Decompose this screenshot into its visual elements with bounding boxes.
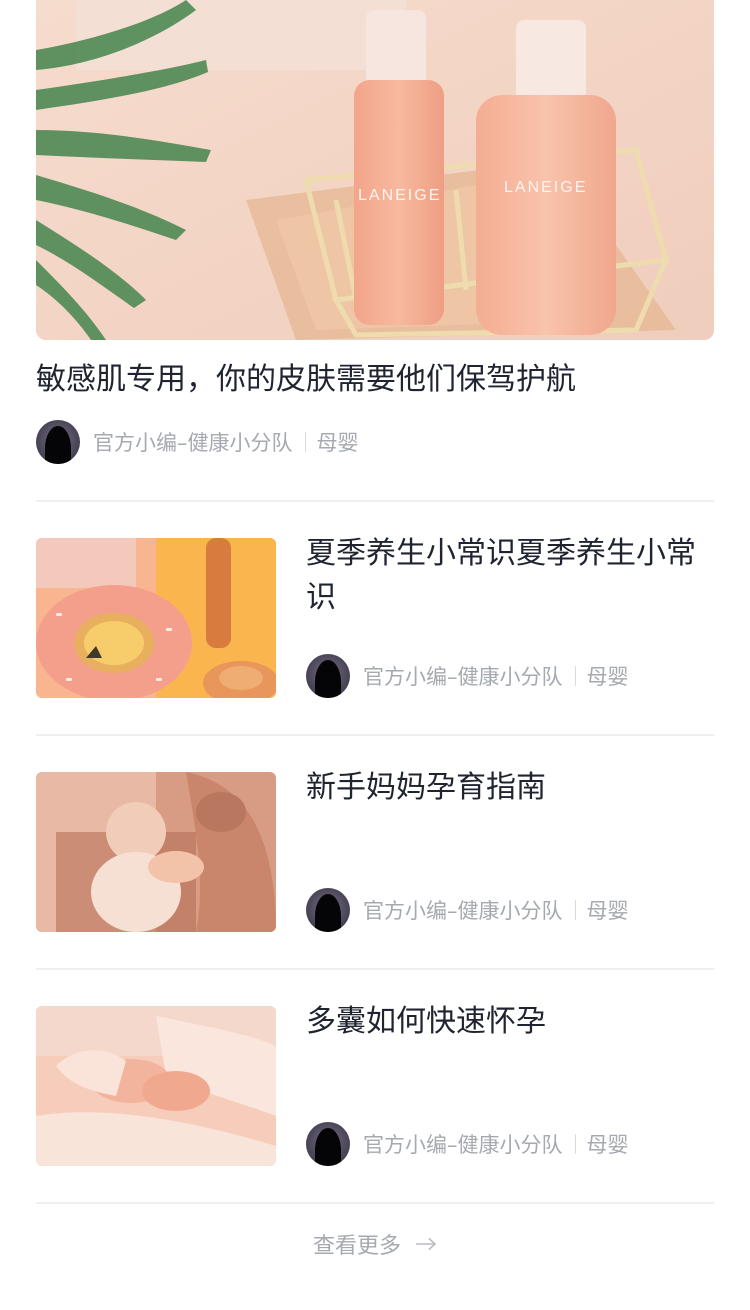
meta-separator bbox=[304, 432, 306, 452]
arrow-right-icon bbox=[415, 1232, 437, 1257]
article-meta: 官方小编–健康小分队 母婴 bbox=[306, 654, 629, 698]
article-title[interactable]: 夏季养生小常识夏季养生小常识 bbox=[306, 532, 706, 620]
view-more-label: 查看更多 bbox=[312, 1234, 401, 1259]
meta-separator bbox=[574, 900, 576, 920]
article-title[interactable]: 多囊如何快速怀孕 bbox=[306, 1000, 706, 1044]
author-name: 官方小编–健康小分队 bbox=[363, 665, 563, 689]
article-title[interactable]: 新手妈妈孕育指南 bbox=[306, 766, 706, 810]
featured-title[interactable]: 敏感肌专用，你的皮肤需要他们保驾护航 bbox=[36, 358, 714, 402]
article-thumbnail[interactable] bbox=[36, 1006, 276, 1166]
divider bbox=[36, 968, 714, 970]
avatar bbox=[306, 654, 350, 698]
article-meta: 官方小编–健康小分队 母婴 bbox=[306, 888, 629, 932]
article-meta: 官方小编–健康小分队 母婴 bbox=[306, 1122, 629, 1166]
view-more-button[interactable]: 查看更多 bbox=[0, 1222, 750, 1266]
category-label: 母婴 bbox=[586, 665, 629, 689]
divider bbox=[36, 734, 714, 736]
category-label: 母婴 bbox=[316, 431, 359, 455]
article-thumbnail[interactable] bbox=[36, 538, 276, 698]
author-name: 官方小编–健康小分队 bbox=[363, 1133, 563, 1157]
author-name: 官方小编–健康小分队 bbox=[363, 899, 563, 923]
brand-text: LANEIGE bbox=[504, 179, 587, 196]
avatar bbox=[306, 1122, 350, 1166]
featured-meta: 官方小编–健康小分队 母婴 bbox=[36, 420, 359, 464]
author-name: 官方小编–健康小分队 bbox=[93, 431, 293, 455]
article-thumbnail[interactable] bbox=[36, 772, 276, 932]
meta-separator bbox=[574, 666, 576, 686]
featured-image[interactable]: LANEIGE LANEIGE bbox=[36, 0, 714, 340]
divider bbox=[36, 500, 714, 502]
category-label: 母婴 bbox=[586, 1133, 629, 1157]
brand-text: LANEIGE bbox=[358, 187, 441, 204]
divider bbox=[36, 1202, 714, 1204]
avatar bbox=[306, 888, 350, 932]
avatar bbox=[36, 420, 80, 464]
category-label: 母婴 bbox=[586, 899, 629, 923]
meta-separator bbox=[574, 1134, 576, 1154]
